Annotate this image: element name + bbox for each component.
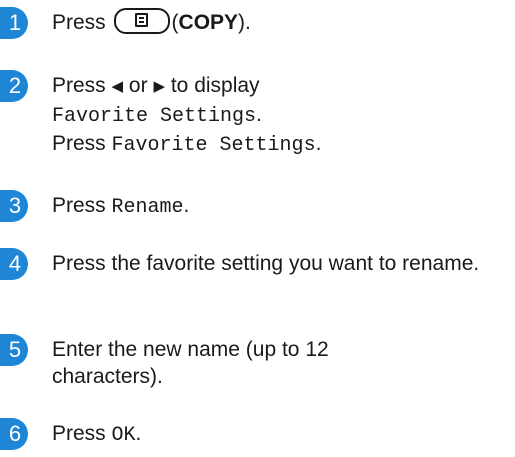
step-number-badge: 2: [0, 70, 28, 102]
menu-item-name: Favorite Settings: [52, 105, 257, 128]
step-text: Enter the new name (up to 12 characters)…: [52, 338, 329, 388]
press-text: Press: [52, 11, 106, 34]
rename-button-label: Rename: [111, 196, 184, 219]
left-arrow-icon: ◀: [111, 78, 124, 95]
step-number-badge: 5: [0, 334, 28, 366]
menu-item-name: Favorite Settings: [111, 134, 316, 157]
instruction-steps: 1 Press (COPY). 2 Press ◀ or ▶ to displa…: [0, 0, 515, 457]
ok-button-label: OK: [111, 424, 136, 447]
step-text: Press ◀ or ▶ to display Favorite Setting…: [52, 74, 322, 157]
step-text: Press Rename.: [52, 194, 190, 219]
step-text: Press OK.: [52, 422, 142, 447]
step-number-badge: 3: [0, 190, 28, 222]
step-text: Press (COPY).: [52, 8, 505, 36]
step-number-badge: 1: [0, 7, 28, 39]
step-text: Press the favorite setting you want to r…: [52, 252, 480, 275]
right-arrow-icon: ▶: [153, 78, 165, 95]
copy-button-icon: [113, 8, 170, 35]
step-number-badge: 4: [0, 248, 28, 280]
copy-key-label: COPY: [178, 11, 239, 34]
step-number-badge: 6: [0, 418, 28, 450]
